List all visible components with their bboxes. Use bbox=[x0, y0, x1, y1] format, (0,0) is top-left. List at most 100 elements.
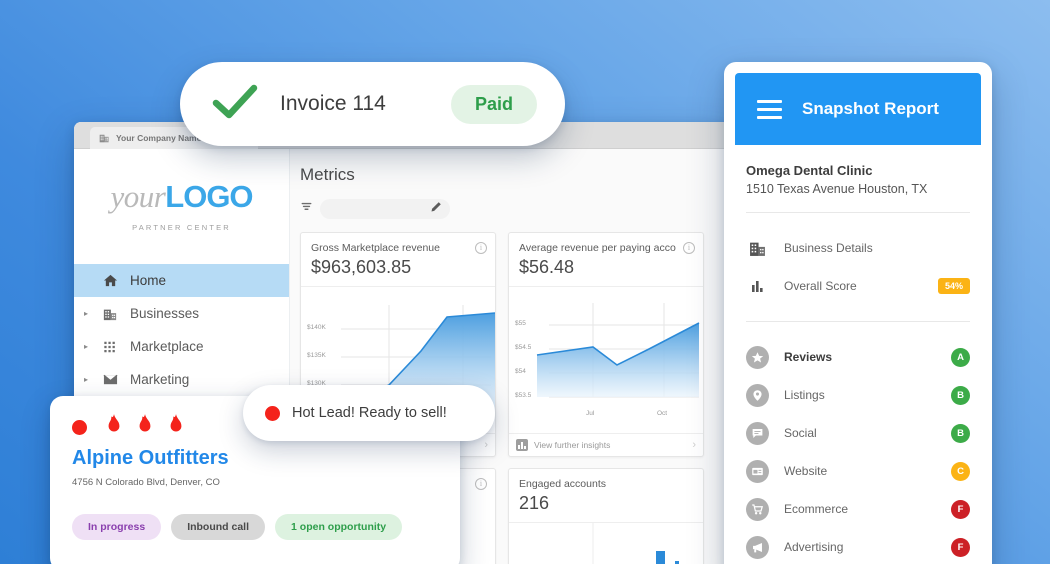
card-footer-view-insights[interactable]: View further insights › bbox=[509, 433, 703, 456]
flame-icon bbox=[101, 412, 127, 443]
snapshot-score-row-social[interactable]: Social B bbox=[724, 414, 992, 452]
check-icon bbox=[212, 83, 258, 126]
chevron-right-icon[interactable]: ▸ bbox=[84, 375, 96, 384]
card-value: $963,603.85 bbox=[311, 257, 412, 277]
snapshot-header: Snapshot Report bbox=[735, 73, 981, 145]
area-chart-avg-revenue: $55 $54.5 $54 $53.5 Jul Oct bbox=[509, 287, 703, 433]
snapshot-score-row-reviews[interactable]: Reviews A bbox=[724, 338, 992, 376]
tag-inbound-call[interactable]: Inbound call bbox=[171, 514, 266, 540]
snapshot-score-row-website[interactable]: Website C bbox=[724, 452, 992, 490]
grade-badge: B bbox=[951, 385, 970, 405]
card-header: Engaged accounts 216 bbox=[509, 469, 703, 523]
y-axis-tick: $53.5 bbox=[515, 392, 532, 399]
snapshot-row-label: Reviews bbox=[784, 350, 833, 364]
metric-card-engaged-accounts[interactable]: Engaged accounts 216 bbox=[508, 468, 704, 564]
snapshot-row-business-details[interactable]: Business Details bbox=[724, 229, 992, 267]
card-title: Engaged accounts bbox=[519, 478, 606, 490]
star-icon bbox=[746, 345, 769, 369]
hot-lead-toast[interactable]: Hot Lead! Ready to sell! bbox=[243, 385, 495, 441]
window-icon bbox=[746, 459, 769, 483]
sidebar-item-label: Home bbox=[130, 273, 167, 288]
building-icon bbox=[99, 132, 110, 145]
snapshot-row-overall-score[interactable]: Overall Score 54% bbox=[724, 267, 992, 305]
y-axis-tick: $140K bbox=[307, 324, 326, 331]
tag-in-progress[interactable]: In progress bbox=[72, 514, 162, 540]
chevron-right-icon[interactable]: › bbox=[484, 439, 488, 451]
pin-icon bbox=[746, 383, 769, 407]
snapshot-row-label: Ecommerce bbox=[784, 502, 849, 516]
chevron-right-icon[interactable]: ▸ bbox=[84, 309, 96, 318]
sidebar-item-label: Marketing bbox=[130, 372, 190, 387]
sidebar-item-label: Businesses bbox=[130, 306, 200, 321]
card-header: Average revenue per paying acco $56.48 i bbox=[509, 233, 703, 287]
tag-open-opportunity[interactable]: 1 open opportunity bbox=[275, 514, 403, 540]
y-axis-tick: $54.5 bbox=[515, 344, 532, 351]
sidebar-item-home[interactable]: Home bbox=[74, 264, 289, 297]
snapshot-title: Snapshot Report bbox=[802, 99, 939, 118]
building-icon bbox=[96, 307, 124, 321]
hot-lead-message: Hot Lead! Ready to sell! bbox=[292, 405, 447, 421]
invoice-status-badge: Paid bbox=[450, 84, 537, 124]
overall-score-badge: 54% bbox=[937, 278, 970, 294]
divider bbox=[746, 321, 970, 322]
y-axis-tick: $55 bbox=[515, 320, 526, 327]
grade-badge: F bbox=[951, 537, 970, 557]
grade-badge: C bbox=[951, 461, 970, 481]
chat-icon bbox=[746, 421, 769, 445]
bar-chart-icon bbox=[516, 439, 528, 451]
pencil-icon[interactable] bbox=[430, 200, 442, 218]
chart-svg bbox=[536, 303, 700, 398]
chevron-right-icon[interactable]: ▸ bbox=[84, 342, 96, 351]
snapshot-score-row-ecommerce[interactable]: Ecommerce F bbox=[724, 490, 992, 528]
snapshot-business-info: Omega Dental Clinic 1510 Texas Avenue Ho… bbox=[724, 145, 992, 196]
logo-subtitle: PARTNER CENTER bbox=[132, 223, 231, 232]
invoice-label: Invoice 114 bbox=[280, 92, 386, 115]
info-icon[interactable]: i bbox=[683, 242, 695, 254]
bar-chart-icon bbox=[746, 278, 769, 294]
grid-icon bbox=[96, 340, 124, 354]
logo-text-secondary: LOGO bbox=[165, 179, 253, 214]
metric-card-avg-revenue[interactable]: Average revenue per paying acco $56.48 i bbox=[508, 232, 704, 457]
y-axis-tick: $54 bbox=[515, 368, 526, 375]
envelope-icon bbox=[96, 372, 124, 387]
page-title: Metrics bbox=[300, 165, 355, 184]
sidebar-item-marketplace[interactable]: ▸ Marketplace bbox=[74, 330, 289, 363]
flame-icon bbox=[163, 412, 189, 443]
x-axis-tick: Oct bbox=[657, 410, 668, 417]
cart-icon bbox=[746, 497, 769, 521]
card-title: Gross Marketplace revenue bbox=[311, 242, 440, 254]
browser-tab-label: Your Company Name bbox=[116, 133, 202, 143]
snapshot-row-label: Overall Score bbox=[784, 279, 857, 293]
hamburger-icon[interactable] bbox=[757, 99, 782, 119]
lead-address: 4756 N Colorado Blvd, Denver, CO bbox=[72, 477, 220, 488]
megaphone-icon bbox=[746, 535, 769, 559]
card-footer-label: View further insights bbox=[534, 440, 611, 450]
info-icon[interactable]: i bbox=[475, 242, 487, 254]
business-address: 1510 Texas Avenue Houston, TX bbox=[746, 182, 928, 196]
grade-badge: B bbox=[951, 423, 970, 443]
snapshot-row-label: Listings bbox=[784, 388, 825, 402]
metrics-filter-input[interactable] bbox=[320, 199, 450, 219]
metrics-controls bbox=[300, 199, 734, 219]
snapshot-score-row-listings[interactable]: Listings B bbox=[724, 376, 992, 414]
business-name: Omega Dental Clinic bbox=[746, 163, 873, 178]
invoice-notification-card[interactable]: Invoice 114 Paid bbox=[180, 62, 565, 146]
sidebar-nav: Home ▸ Businesses ▸ Marketplace ▸ Market… bbox=[74, 264, 289, 396]
snapshot-score-row-advertising[interactable]: Advertising F bbox=[724, 528, 992, 564]
grade-badge: F bbox=[951, 499, 970, 519]
logo-text-primary: your bbox=[110, 179, 166, 214]
y-axis-tick: $135K bbox=[307, 352, 326, 359]
snapshot-row-label: Website bbox=[784, 464, 828, 478]
lead-name[interactable]: Alpine Outfitters bbox=[72, 447, 438, 470]
alert-dot-icon bbox=[265, 405, 280, 421]
sidebar-item-businesses[interactable]: ▸ Businesses bbox=[74, 297, 289, 330]
info-icon[interactable]: i bbox=[475, 478, 487, 490]
card-title: Average revenue per paying acco bbox=[519, 242, 676, 254]
snapshot-row-label: Social bbox=[784, 426, 817, 440]
grade-badge: A bbox=[951, 347, 970, 367]
x-axis-tick: Jul bbox=[586, 410, 595, 417]
filter-icon[interactable] bbox=[300, 200, 313, 218]
chevron-right-icon[interactable]: › bbox=[692, 439, 696, 451]
chart-svg bbox=[592, 523, 679, 564]
partner-logo: yourLOGO PARTNER CENTER bbox=[74, 149, 289, 242]
